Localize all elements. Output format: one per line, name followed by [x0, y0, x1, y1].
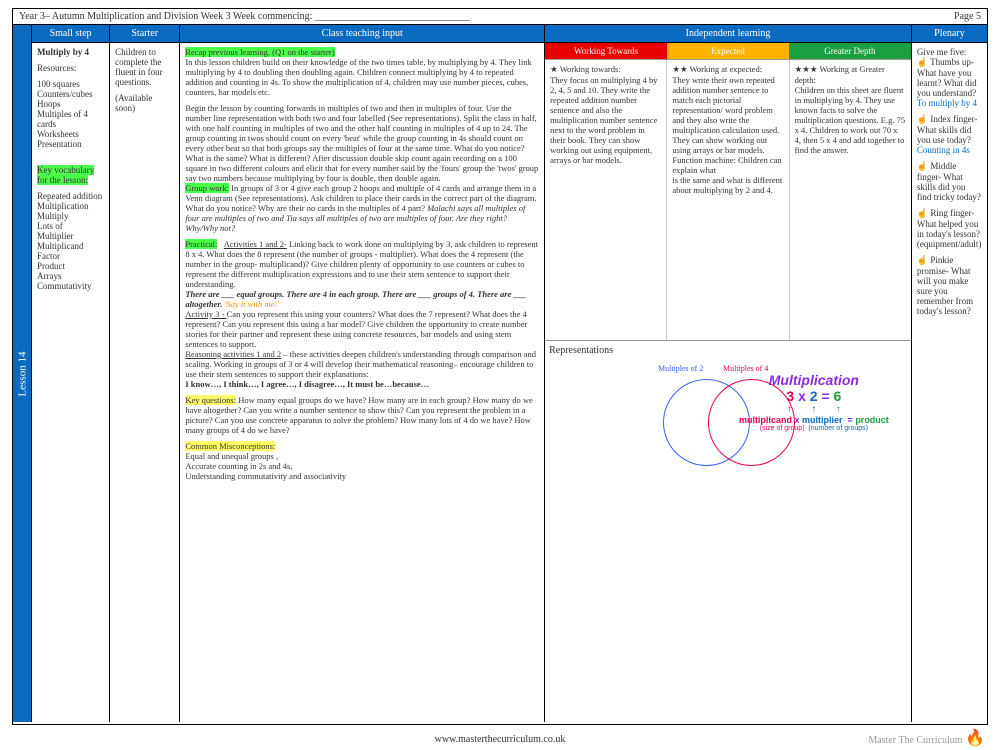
header-left: Year 3– Autumn Multiplication and Divisi…: [19, 11, 470, 22]
page-header: Year 3– Autumn Multiplication and Divisi…: [13, 9, 987, 24]
lesson-number: Lesson 14: [16, 351, 28, 396]
vocab-list: Repeated addition Multiplication Multipl…: [37, 191, 104, 291]
index-ans: Counting in 4s: [917, 145, 982, 155]
mult-sublabels: (size of group) (number of groups): [729, 425, 899, 432]
col-header: Independent learning: [545, 25, 911, 43]
reasoning: Reasoning activities 1 and 2 – these act…: [185, 349, 539, 379]
lesson-plan: Year 3– Autumn Multiplication and Divisi…: [12, 8, 988, 725]
level-headers: Working Towards Expected Greater Depth: [545, 43, 911, 60]
multiplication-diagram: Multiplication 3 x 2 = 6 ↑ ↑ ↑ multiplic…: [729, 372, 899, 432]
col-plenary: Plenary Give me five: ☝ Thumbs up- What …: [912, 25, 987, 722]
col-body: Working Towards Expected Greater Depth ★…: [545, 43, 911, 722]
wt-text: ★ Working towards: They focus on multipl…: [545, 60, 667, 340]
practical: Practical: Activities 1 and 2- Linking b…: [185, 239, 539, 289]
main-row: Lesson 14 Small step Multiply by 4 Resou…: [13, 24, 987, 722]
mult-title: Multiplication: [729, 372, 899, 388]
wt-header: Working Towards: [545, 43, 667, 59]
col-body: Give me five: ☝ Thumbs up- What have you…: [912, 43, 987, 722]
mult-eq: 3 x 2 = 6: [729, 388, 899, 404]
group-work: Group work: In groups of 3 or 4 give eac…: [185, 183, 539, 233]
footer-url: www.masterthecurriculum.co.uk: [0, 734, 1000, 745]
activity3: Activity 3 - Can you represent this usin…: [185, 309, 539, 349]
rep-title: Representations: [549, 345, 907, 356]
header-right: Page 5: [954, 11, 981, 22]
step-title: Multiply by 4: [37, 47, 104, 57]
level-content: ★ Working towards: They focus on multipl…: [545, 60, 911, 340]
lesson-tab: Lesson 14: [13, 25, 32, 722]
thumbs-ans: To multiply by 4: [917, 98, 982, 108]
key-vocab-heading: Key vocabularyfor the lesson:: [37, 165, 104, 185]
ring: ☝ Ring finger- What helped you in today'…: [917, 208, 982, 249]
gd-header: Greater Depth: [789, 43, 911, 59]
col-header: Starter: [110, 25, 179, 43]
venn-label-1: Multiples of 2: [658, 364, 703, 373]
flame-icon: 🔥: [965, 730, 985, 747]
col-header: Class teaching input: [180, 25, 544, 43]
col-body: Multiply by 4 Resources: 100 squares Cou…: [32, 43, 109, 722]
starter-text: Children to complete the fluent in four …: [115, 47, 174, 87]
starter-avail: (Available soon): [115, 93, 174, 113]
misconceptions: Common Misconceptions:: [185, 441, 539, 451]
col-teaching: Class teaching input Recap previous lear…: [180, 25, 545, 722]
index: ☝ Index finger- What skills did you use …: [917, 114, 982, 145]
middle: ☝ Middle finger- What skills did you fin…: [917, 161, 982, 202]
stem: There are ___ equal groups. There are 4 …: [185, 289, 539, 309]
col-body: Recap previous learning. (Q1 on the star…: [180, 43, 544, 722]
recap: Recap previous learning. (Q1 on the star…: [185, 47, 539, 57]
thumbs: Give me five: ☝ Thumbs up- What have you…: [917, 47, 982, 98]
key-questions: Key questions: How many equal groups do …: [185, 395, 539, 435]
resources-label: Resources:: [37, 63, 104, 73]
intro: In this lesson children build on their k…: [185, 57, 539, 97]
col-starter: Starter Children to complete the fluent …: [110, 25, 180, 722]
pinkie: ☝ Pinkie promise- What will you make sur…: [917, 255, 982, 316]
brand-logo: Master The Curriculum 🔥: [868, 728, 985, 748]
col-independent: Independent learning Working Towards Exp…: [545, 25, 912, 722]
misconceptions-list: Equal and unequal groups , Accurate coun…: [185, 451, 539, 481]
mult-labels: multiplicand x multiplier = product: [729, 415, 899, 425]
representations: Representations Multiples of 2 Multiples…: [545, 340, 911, 518]
col-header: Small step: [32, 25, 109, 43]
resources-list: 100 squares Counters/cubes Hoops Multipl…: [37, 79, 104, 149]
col-body: Children to complete the fluent in four …: [110, 43, 179, 722]
col-header: Plenary: [912, 25, 987, 43]
ex-header: Expected: [667, 43, 789, 59]
col-small-step: Small step Multiply by 4 Resources: 100 …: [32, 25, 110, 722]
reasoning-stem: I know…, I think…, I agree…, I disagree……: [185, 379, 539, 389]
ex-text: ★★ Working at expected: They write their…: [667, 60, 789, 340]
gd-text: ★★★ Working at Greater depth: Children o…: [790, 60, 911, 340]
counting: Begin the lesson by counting forwards in…: [185, 103, 539, 183]
